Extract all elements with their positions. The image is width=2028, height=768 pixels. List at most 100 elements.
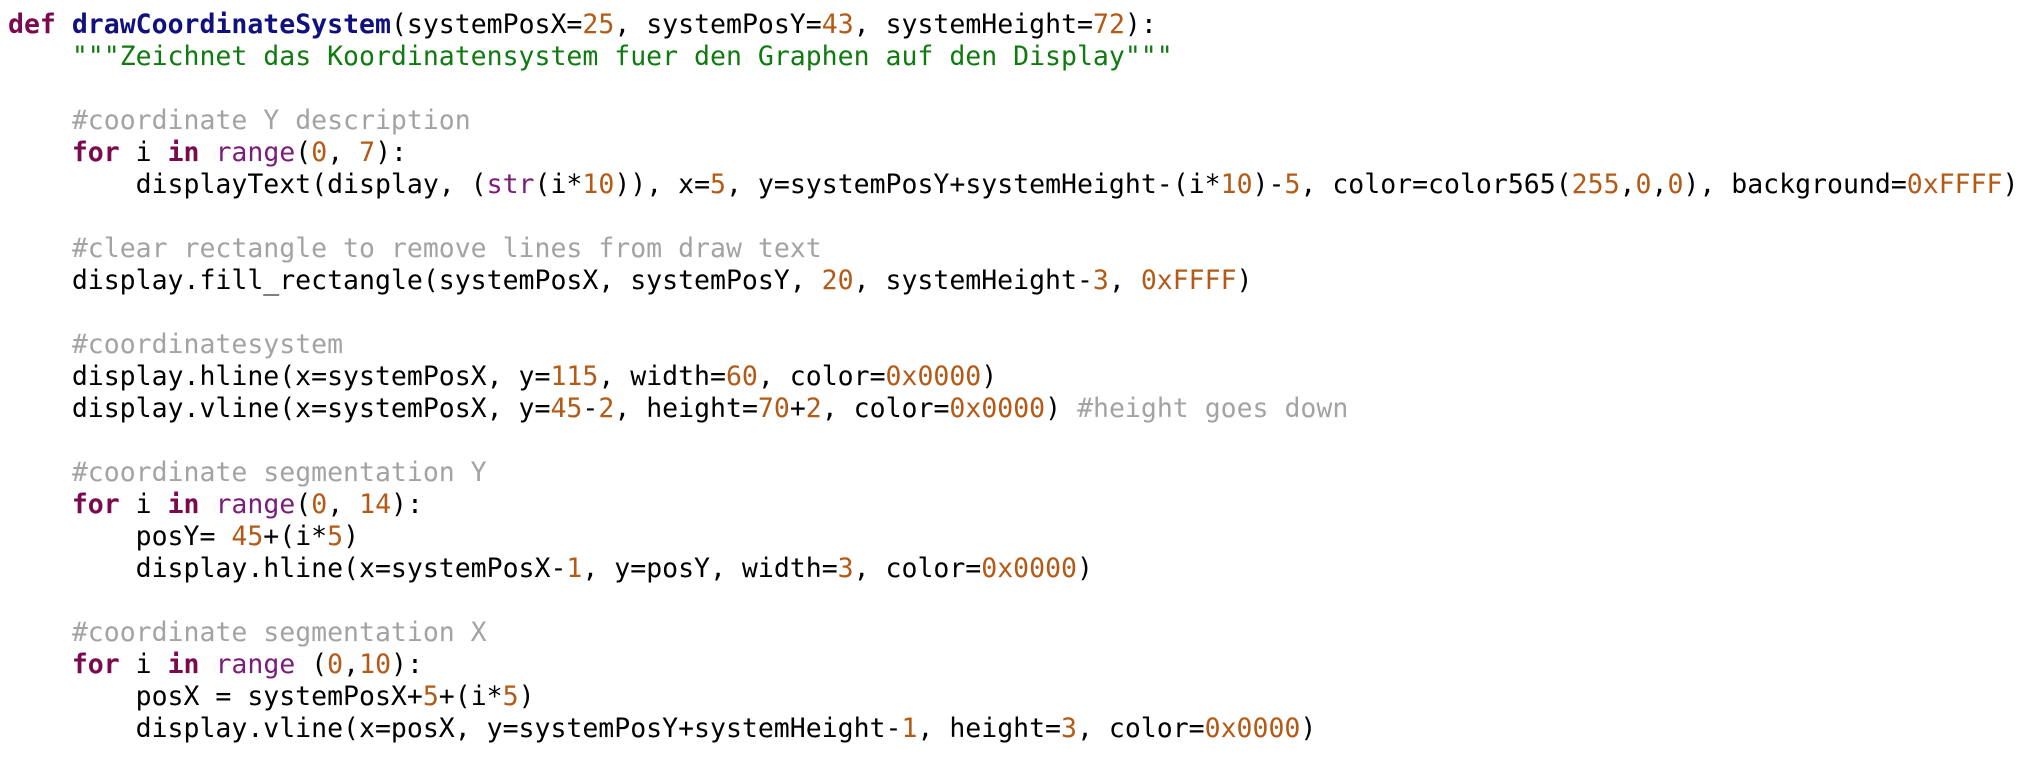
code-token: i xyxy=(119,489,168,520)
code-token: , xyxy=(327,137,360,168)
number-token: 70 xyxy=(757,393,790,424)
keyword-token: def xyxy=(8,9,56,40)
code-token: ), background= xyxy=(1683,169,1907,200)
number-token: 3 xyxy=(1092,265,1109,296)
keyword-token: for xyxy=(71,137,120,168)
code-token: display.vline(x=posX, y=systemPosY+syste… xyxy=(8,713,902,744)
code-line[interactable]: """Zeichnet das Koordinatensystem fuer d… xyxy=(8,41,2028,73)
code-line[interactable]: def drawCoordinateSystem(systemPosX=25, … xyxy=(8,9,2028,41)
number-token: 0xFFFF xyxy=(1906,169,2003,200)
code-line[interactable]: posX = systemPosX+5+(i*5) xyxy=(8,681,2028,713)
number-token: 10 xyxy=(1220,169,1253,200)
code-line[interactable]: display.vline(x=systemPosX, y=45-2, heig… xyxy=(8,393,2028,425)
code-token: +(i* xyxy=(438,681,503,712)
comment-token: #coordinatesystem xyxy=(71,329,344,360)
code-line[interactable]: displayText(display, (str(i*10)), x=5, y… xyxy=(8,169,2028,201)
code-token: ) xyxy=(343,521,360,552)
keyword-token: in xyxy=(167,649,200,680)
code-token: + xyxy=(789,393,806,424)
code-token: )- xyxy=(1252,169,1285,200)
number-token: 25 xyxy=(582,9,615,40)
code-token: ) xyxy=(1045,393,1078,424)
number-token: 0 xyxy=(327,649,344,680)
code-line[interactable] xyxy=(8,73,2028,105)
code-token: i xyxy=(119,137,168,168)
code-line[interactable]: for i in range (0,10): xyxy=(8,649,2028,681)
code-line[interactable]: #coordinate Y description xyxy=(8,105,2028,137)
number-token: 0 xyxy=(311,137,328,168)
number-token: 5 xyxy=(710,169,727,200)
code-editor[interactable]: def drawCoordinateSystem(systemPosX=25, … xyxy=(0,0,2028,768)
number-token: 0xFFFF xyxy=(1140,265,1237,296)
comment-token: #coordinate segmentation Y xyxy=(71,457,487,488)
builtin-token: range xyxy=(215,137,296,168)
number-token: 14 xyxy=(359,489,392,520)
code-token: , xyxy=(327,489,360,520)
comment-token: #coordinate segmentation X xyxy=(71,617,487,648)
code-lines[interactable]: def drawCoordinateSystem(systemPosX=25, … xyxy=(8,9,2028,745)
code-token: , systemPosY= xyxy=(614,9,822,40)
keyword-token: for xyxy=(71,649,120,680)
code-token: , y=systemPosY+systemHeight-(i* xyxy=(726,169,1221,200)
code-line[interactable]: display.hline(x=systemPosX-1, y=posY, wi… xyxy=(8,553,2028,585)
code-token: i xyxy=(119,649,168,680)
code-token: ) xyxy=(1236,265,1253,296)
code-token: , height= xyxy=(614,393,758,424)
code-line[interactable]: display.hline(x=systemPosX, y=115, width… xyxy=(8,361,2028,393)
code-line[interactable]: posY= 45+(i*5) xyxy=(8,521,2028,553)
keyword-token: in xyxy=(167,137,200,168)
code-line[interactable] xyxy=(8,585,2028,617)
builtin-token: range xyxy=(215,489,296,520)
number-token: 5 xyxy=(502,681,519,712)
code-line[interactable]: for i in range(0, 14): xyxy=(8,489,2028,521)
number-token: 72 xyxy=(1092,9,1125,40)
code-token: ( xyxy=(295,649,328,680)
code-line[interactable]: #clear rectangle to remove lines from dr… xyxy=(8,233,2028,265)
number-token: 0x0000 xyxy=(1204,713,1301,744)
number-token: 0x0000 xyxy=(981,553,1077,584)
number-token: 20 xyxy=(821,265,854,296)
code-token: , systemHeight= xyxy=(853,9,1093,40)
code-token: , height= xyxy=(917,713,1062,744)
code-token: ) xyxy=(1077,553,1093,584)
number-token: 0 xyxy=(1635,169,1652,200)
code-token: )), x= xyxy=(614,169,711,200)
code-line[interactable] xyxy=(8,201,2028,233)
number-token: 0x0000 xyxy=(885,361,982,392)
code-line[interactable]: for i in range(0, 7): xyxy=(8,137,2028,169)
number-token: 10 xyxy=(582,169,615,200)
code-line[interactable]: #coordinate segmentation X xyxy=(8,617,2028,649)
code-line[interactable]: #coordinate segmentation Y xyxy=(8,457,2028,489)
builtin-token: range xyxy=(215,649,296,680)
number-token: 0x0000 xyxy=(949,393,1046,424)
code-token: ): xyxy=(375,137,407,168)
code-token: , y=posY, width= xyxy=(582,553,838,584)
code-token: , xyxy=(1108,265,1141,296)
number-token: 1 xyxy=(566,553,583,584)
number-token: 2 xyxy=(598,393,615,424)
number-token: 10 xyxy=(359,649,392,680)
code-token: display.hline(x=systemPosX, y= xyxy=(8,361,551,392)
comment-token: #height goes down xyxy=(1077,393,1349,424)
code-token: ) xyxy=(518,681,535,712)
keyword-token: in xyxy=(167,489,200,520)
number-token: 255 xyxy=(1571,169,1620,200)
code-line[interactable] xyxy=(8,297,2028,329)
code-line[interactable] xyxy=(8,425,2028,457)
code-line[interactable]: #coordinatesystem xyxy=(8,329,2028,361)
code-token: displayText(display, ( xyxy=(8,169,487,200)
number-token: 45 xyxy=(550,393,583,424)
code-token: - xyxy=(582,393,599,424)
function-name-token: drawCoordinateSystem xyxy=(71,9,391,40)
number-token: 45 xyxy=(231,521,264,552)
code-token: , width= xyxy=(598,361,726,392)
code-line[interactable]: display.fill_rectangle(systemPosX, syste… xyxy=(8,265,2028,297)
code-line[interactable]: display.vline(x=posX, y=systemPosY+syste… xyxy=(8,713,2028,745)
